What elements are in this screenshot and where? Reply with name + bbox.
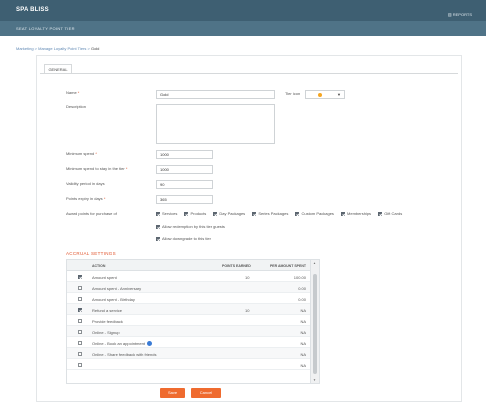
table-header: ACTION POINTS EARNED PER AMOUNT SPENT xyxy=(67,260,311,271)
table-row[interactable]: Online - Signup NA xyxy=(67,326,311,337)
min-spend-input[interactable]: 1000 xyxy=(156,150,213,159)
checkbox-checked-icon xyxy=(341,211,346,216)
tier-color-icon xyxy=(318,93,322,97)
scrollbar-thumb[interactable] xyxy=(313,274,317,374)
validity-input[interactable]: 90 xyxy=(156,180,213,189)
award-option-products[interactable]: Products xyxy=(184,211,206,216)
row-action: Amount spent - Birthday xyxy=(92,296,135,302)
row-per-amount: NA xyxy=(300,318,306,324)
scroll-up-icon[interactable]: ▲ xyxy=(313,261,316,265)
row-per-amount: 0.00 xyxy=(298,296,306,302)
allow-downgrade-option[interactable]: Allow downgrade to this tier xyxy=(156,236,211,241)
row-action: Amount spent - Anniversary xyxy=(92,285,142,291)
checkbox-icon[interactable] xyxy=(78,329,82,334)
row-per-amount: NA xyxy=(300,307,306,313)
table-row[interactable]: Amount spent - Birthday 0.00 xyxy=(67,293,311,304)
row-action: Online - Share feedback with friends xyxy=(92,351,157,357)
award-option-custom-packages[interactable]: Custom Packages xyxy=(295,211,334,216)
row-points: 10 xyxy=(245,307,250,313)
top-navigation-bar: SPA BLISS ▥ REPORTS xyxy=(0,0,486,21)
min-spend-stay-input[interactable]: 1000 xyxy=(156,165,213,174)
award-points-options: Services Products Day Packages Series Pa… xyxy=(156,211,408,216)
description-label: Description xyxy=(66,104,87,109)
row-action: Online - Signup xyxy=(92,329,120,335)
checkbox-checked-icon xyxy=(156,211,160,216)
award-option-day-packages[interactable]: Day Packages xyxy=(213,211,245,216)
checkbox-checked-icon[interactable] xyxy=(78,307,82,312)
reports-label: REPORTS xyxy=(452,12,472,17)
scroll-down-icon[interactable]: ▼ xyxy=(313,378,316,382)
min-spend-label: Minimum spend * xyxy=(66,151,97,156)
table-row[interactable]: Refund a service 10 NA xyxy=(67,304,311,315)
points-expiry-label: Points expiry in days * xyxy=(66,196,106,201)
checkbox-icon[interactable] xyxy=(78,351,82,356)
table-row[interactable]: Amount spent - Anniversary 0.00 xyxy=(67,282,311,293)
table-scrollbar[interactable]: ▲ ▼ xyxy=(310,260,319,383)
breadcrumb-current: Gold xyxy=(90,46,100,51)
row-per-amount: NA xyxy=(300,351,306,357)
accrual-table: ACTION POINTS EARNED PER AMOUNT SPENT Am… xyxy=(66,259,320,384)
checkbox-checked-icon xyxy=(184,211,189,216)
row-action: Online - Book an appointment xyxy=(92,340,145,346)
checkbox-checked-icon xyxy=(213,211,218,216)
accrual-settings-title: ACCRUAL SETTINGS xyxy=(66,251,116,256)
checkbox-icon[interactable] xyxy=(78,296,82,301)
name-label: Name * xyxy=(66,90,80,95)
checkbox-checked-icon xyxy=(156,224,160,229)
name-input[interactable]: Gold xyxy=(156,90,275,99)
checkbox-checked-icon xyxy=(156,236,160,241)
breadcrumb-parent[interactable]: Marketing > Manage Loyalty Point Tiers > xyxy=(16,46,90,51)
description-textarea[interactable] xyxy=(156,104,275,144)
row-per-amount: NA xyxy=(300,329,306,335)
row-action: Provide feedback xyxy=(92,318,123,324)
table-row[interactable]: Amount spent 10 100.00 xyxy=(67,271,311,282)
checkbox-icon[interactable] xyxy=(78,362,82,367)
row-per-amount: NA xyxy=(300,340,306,346)
checkbox-checked-icon[interactable] xyxy=(78,274,82,279)
row-points: 10 xyxy=(245,274,250,280)
module-title-bar: SEAT LOYALTY POINT TIER xyxy=(0,21,486,36)
row-action: Refund a service xyxy=(92,307,123,313)
checkbox-icon[interactable] xyxy=(78,340,82,345)
app-logo[interactable]: SPA BLISS xyxy=(16,7,49,13)
award-option-gift-cards[interactable]: Gift Cards xyxy=(378,211,402,216)
validity-label: Validity period in days xyxy=(66,181,105,186)
points-expiry-input[interactable]: 365 xyxy=(156,195,213,204)
header-points-earned: POINTS EARNED xyxy=(222,264,251,268)
tier-icon-select[interactable]: ▼ xyxy=(305,90,345,99)
checkbox-icon[interactable] xyxy=(78,285,82,290)
info-icon[interactable] xyxy=(146,340,152,346)
breadcrumb: Marketing > Manage Loyalty Point Tiers >… xyxy=(16,46,99,51)
reports-menu[interactable]: ▥ REPORTS xyxy=(448,12,472,17)
tier-icon-label: Tier icon xyxy=(285,91,301,96)
row-per-amount: NA xyxy=(300,362,306,368)
tab-divider xyxy=(40,73,458,74)
award-option-memberships[interactable]: Memberships xyxy=(341,211,371,216)
table-row[interactable]: Online - Book an appointment NA xyxy=(67,337,311,348)
checkbox-checked-icon xyxy=(378,211,383,216)
header-per-amount: PER AMOUNT SPENT xyxy=(269,264,306,268)
table-row[interactable]: Provide feedback NA xyxy=(67,315,311,326)
award-points-label: Award points for purchase of xyxy=(66,211,117,216)
header-action: ACTION xyxy=(92,264,106,268)
table-row[interactable]: Online - Share feedback with friends NA xyxy=(67,348,311,359)
checkbox-icon[interactable] xyxy=(78,318,82,323)
checkbox-checked-icon xyxy=(252,211,257,216)
caret-down-icon: ▼ xyxy=(337,92,341,97)
allow-redemption-option[interactable]: Allow redemption by this tier guests xyxy=(156,224,225,229)
row-per-amount: 0.00 xyxy=(298,285,306,291)
min-spend-stay-label: Minimum spend to stay in the tier * xyxy=(66,166,128,171)
module-title: SEAT LOYALTY POINT TIER xyxy=(16,26,75,31)
row-per-amount: 100.00 xyxy=(293,274,306,280)
cancel-button[interactable]: Cancel xyxy=(191,388,221,398)
table-row[interactable]: NA xyxy=(67,359,311,370)
save-button[interactable]: Save xyxy=(160,388,185,398)
award-option-services[interactable]: Services xyxy=(156,211,177,216)
checkbox-checked-icon xyxy=(295,211,300,216)
row-action: Amount spent xyxy=(92,274,117,280)
award-option-series-packages[interactable]: Series Packages xyxy=(252,211,288,216)
